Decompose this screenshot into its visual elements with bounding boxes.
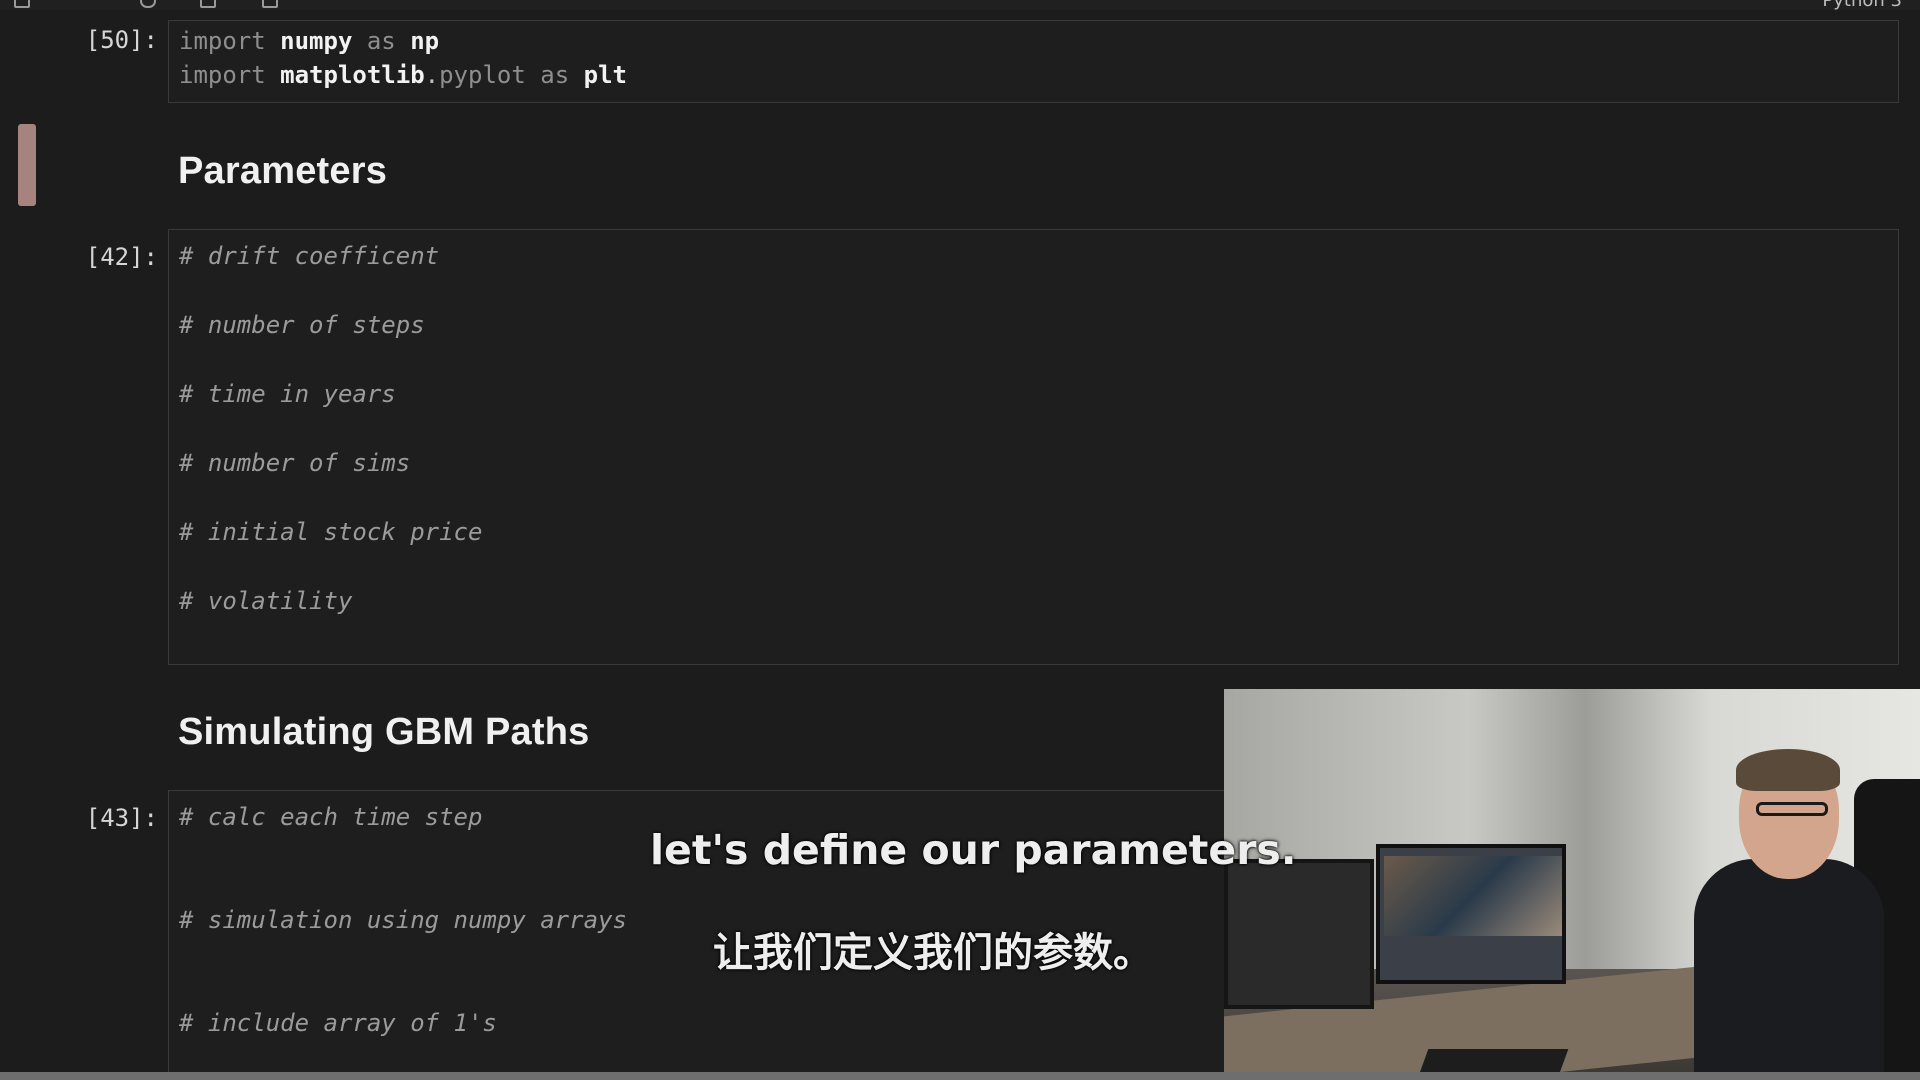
code-comment: # calc each time step (179, 803, 483, 831)
module-name: numpy (280, 27, 353, 55)
code-editor[interactable]: # drift coefficent # number of steps # t… (168, 229, 1899, 665)
dot-operator: . (424, 61, 440, 89)
submodule-name: pyplot (439, 61, 526, 89)
code-comment: # initial stock price (179, 518, 483, 546)
heading-parameters[interactable]: Parameters (178, 150, 387, 193)
subtitle-english: let's define our parameters. (650, 826, 1297, 874)
copy-icon[interactable] (200, 0, 216, 8)
presenter-body (1694, 859, 1884, 1080)
jupyter-notebook: Python 3 [50]: import numpy as np import… (0, 0, 1920, 1080)
code-comment: # simulation using numpy arrays (179, 906, 627, 934)
keyword: as (540, 61, 570, 89)
code-line: import numpy as np (179, 27, 439, 55)
alias-name: np (410, 27, 440, 55)
keyword: import (179, 61, 266, 89)
active-cell-marker (18, 124, 36, 206)
keyword: as (366, 27, 396, 55)
code-comment: # include array of 1's (179, 1009, 497, 1037)
cell-prompt: [50]: (85, 26, 158, 54)
keyboard (1419, 1049, 1569, 1073)
code-cell-parameters[interactable]: [42]: # drift coefficent # number of ste… (0, 229, 1920, 666)
notebook-toolbar: Python 3 (0, 0, 1920, 11)
webcam-presenter-icon (1224, 689, 1920, 1080)
subtitle-chinese: 让我们定义我们的参数。 (713, 930, 1153, 976)
save-icon[interactable] (14, 0, 30, 8)
code-line: import matplotlib.pyplot as plt (179, 61, 627, 89)
cut-icon[interactable] (140, 0, 156, 8)
code-editor[interactable]: import numpy as np import matplotlib.pyp… (168, 20, 1899, 103)
code-comment: # drift coefficent (179, 242, 440, 270)
monitor-left (1224, 859, 1374, 1009)
code-comment: # number of steps (179, 311, 425, 339)
kernel-name[interactable]: Python 3 (1822, 0, 1902, 11)
module-name: matplotlib (280, 61, 425, 89)
paste-icon[interactable] (262, 0, 278, 8)
heading-simulating-gbm[interactable]: Simulating GBM Paths (178, 711, 589, 754)
code-comment: # number of sims (179, 449, 411, 477)
cell-prompt: [43]: (85, 804, 158, 832)
code-comment: # time in years (179, 380, 396, 408)
code-comment: # volatility (179, 587, 353, 615)
glasses (1756, 802, 1828, 816)
alias-name: plt (583, 61, 627, 89)
cell-prompt: [42]: (85, 243, 158, 271)
keyword: import (179, 27, 266, 55)
code-cell-imports[interactable]: [50]: import numpy as np import matplotl… (0, 20, 1920, 105)
horizontal-scrollbar[interactable] (0, 1072, 1920, 1080)
